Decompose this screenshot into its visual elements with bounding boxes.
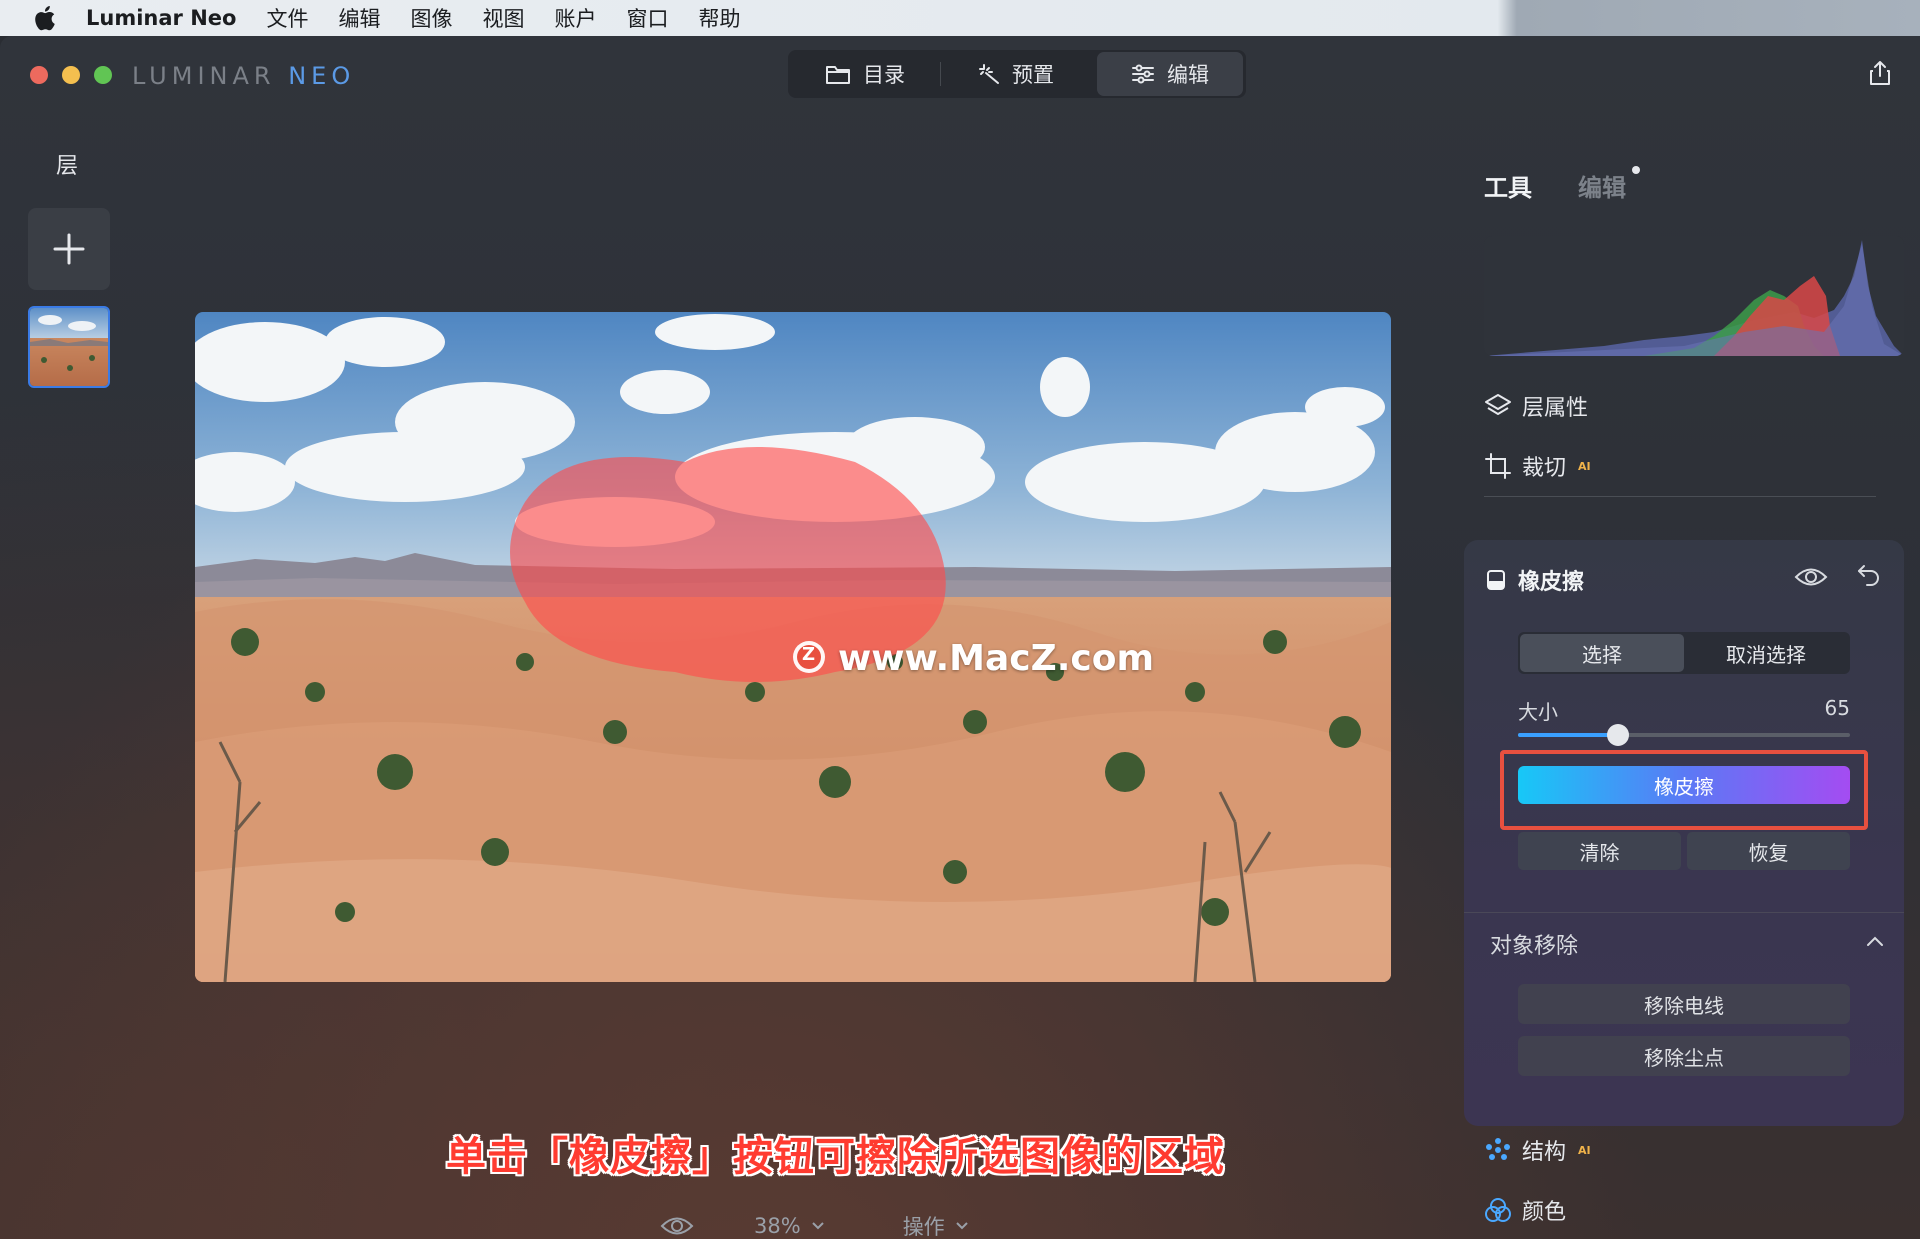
add-layer-button[interactable]: [28, 208, 110, 290]
size-slider[interactable]: [1518, 724, 1850, 746]
menu-bar: Luminar Neo 文件 编辑 图像 视图 账户 窗口 帮助: [0, 0, 1920, 36]
watermark-badge: Z: [802, 644, 816, 665]
layer-properties-label: 层属性: [1522, 396, 1589, 421]
menu-image[interactable]: 图像: [410, 3, 452, 33]
deselect-button[interactable]: 取消选择: [1684, 634, 1848, 672]
bottom-toolbar: 38% 操作: [660, 1211, 969, 1239]
ai-badge: AI: [1578, 1143, 1591, 1157]
restore-button[interactable]: 恢复: [1687, 832, 1850, 870]
size-slider-knob[interactable]: [1606, 724, 1629, 746]
color-circles-icon: [1485, 1198, 1511, 1222]
app-window: LUMINAR NEO 目录 预置 编辑 层 Z www.MacZ.com 单击…: [0, 36, 1920, 1239]
plus-icon: [53, 233, 85, 265]
tab-edits-label: 编辑: [1578, 174, 1626, 202]
layer-preview-image: [30, 308, 108, 386]
eraser-actions: 清除 恢复: [1518, 832, 1850, 870]
erase-button[interactable]: 橡皮擦: [1518, 766, 1850, 804]
zoom-dropdown[interactable]: 38%: [754, 1214, 825, 1238]
close-window-button[interactable]: [30, 66, 48, 84]
menu-file[interactable]: 文件: [266, 3, 308, 33]
landscape-photo: [195, 312, 1391, 982]
eraser-header: 橡皮擦: [1486, 564, 1584, 596]
selection-mode-toggle: 选择 取消选择: [1518, 632, 1850, 674]
structure-icon: [1486, 1138, 1510, 1160]
tab-edit-label: 编辑: [1167, 63, 1209, 87]
menu-view[interactable]: 视图: [482, 3, 524, 33]
unsaved-dot: [1632, 166, 1640, 174]
crop-icon: [1485, 453, 1511, 479]
zoom-window-button[interactable]: [94, 66, 112, 84]
folder-icon: [826, 66, 850, 84]
tab-tools[interactable]: 工具: [1484, 168, 1532, 203]
layer-properties-tool[interactable]: 层属性: [1484, 390, 1588, 422]
tab-edit[interactable]: 编辑: [1097, 52, 1243, 96]
menu-help[interactable]: 帮助: [698, 3, 740, 33]
chevron-down-icon: [955, 1222, 968, 1230]
size-label: 大小: [1518, 700, 1558, 724]
menu-edit[interactable]: 编辑: [338, 3, 380, 33]
share-icon[interactable]: [1868, 60, 1892, 86]
tab-edits[interactable]: 编辑: [1578, 166, 1640, 203]
remove-dust-button[interactable]: 移除尘点: [1518, 1036, 1850, 1076]
tab-catalog-label: 目录: [863, 63, 905, 87]
crop-label: 裁切: [1522, 456, 1567, 481]
visibility-eye-icon[interactable]: [1794, 566, 1828, 588]
mode-switcher: 目录 预置 编辑: [788, 50, 1246, 98]
histogram: [1484, 236, 1904, 356]
preview-eye-icon[interactable]: [660, 1215, 694, 1237]
color-tool[interactable]: 颜色: [1484, 1194, 1566, 1226]
chevron-down-icon: [811, 1222, 824, 1230]
tab-presets[interactable]: 预置: [941, 52, 1091, 96]
structure-label: 结构: [1522, 1140, 1567, 1165]
logo-text-luminar: LUMINAR: [132, 62, 289, 90]
size-value: 65: [1824, 696, 1850, 720]
magic-wand-icon: [979, 64, 999, 84]
structure-tool[interactable]: 结构 AI: [1484, 1134, 1591, 1166]
watermark-text: www.MacZ.com: [838, 638, 1154, 679]
select-button[interactable]: 选择: [1520, 634, 1684, 672]
zoom-value: 38%: [754, 1214, 801, 1238]
eraser-tool-card: 橡皮擦 选择 取消选择 大小 65 橡皮擦 清除 恢复 对象移除 移除电线 移除…: [1464, 540, 1904, 1126]
menu-window[interactable]: 窗口: [626, 3, 668, 33]
app-logo: LUMINAR NEO: [132, 62, 355, 90]
panel-divider: [1484, 496, 1876, 497]
object-removal-title[interactable]: 对象移除: [1490, 928, 1578, 960]
apple-icon[interactable]: [32, 4, 56, 32]
remove-powerlines-button[interactable]: 移除电线: [1518, 984, 1850, 1024]
color-label: 颜色: [1522, 1200, 1567, 1225]
layers-stack-icon: [1485, 394, 1511, 415]
crop-tool[interactable]: 裁切 AI: [1484, 450, 1591, 482]
highlight-box: 橡皮擦: [1500, 750, 1868, 830]
tab-catalog[interactable]: 目录: [790, 52, 940, 96]
chevron-up-icon[interactable]: [1866, 934, 1884, 948]
layers-title: 层: [56, 154, 79, 179]
layer-thumbnail[interactable]: [28, 306, 110, 388]
ai-badge: AI: [1578, 459, 1591, 473]
undo-icon[interactable]: [1856, 562, 1882, 588]
app-menu[interactable]: Luminar Neo: [86, 6, 236, 30]
sliders-icon: [1132, 64, 1154, 84]
logo-text-neo: NEO: [288, 62, 356, 90]
photo-canvas[interactable]: Z www.MacZ.com: [195, 312, 1391, 982]
histogram-graph: [1484, 240, 1904, 356]
eraser-icon: [1487, 570, 1505, 590]
tutorial-caption: 单击「橡皮擦」按钮可擦除所选图像的区域: [446, 1134, 1225, 1180]
operations-label: 操作: [902, 1215, 945, 1239]
panel-tabs: 工具 编辑: [1484, 166, 1640, 203]
size-slider-fill: [1518, 733, 1618, 737]
eraser-title: 橡皮擦: [1518, 570, 1585, 595]
minimize-window-button[interactable]: [62, 66, 80, 84]
clear-button[interactable]: 清除: [1518, 832, 1681, 870]
title-bar: LUMINAR NEO 目录 预置 编辑: [0, 36, 1920, 108]
section-divider: [1464, 912, 1904, 913]
tab-presets-label: 预置: [1012, 63, 1054, 87]
menu-account[interactable]: 账户: [554, 3, 596, 33]
operations-dropdown[interactable]: 操作: [903, 1211, 969, 1239]
